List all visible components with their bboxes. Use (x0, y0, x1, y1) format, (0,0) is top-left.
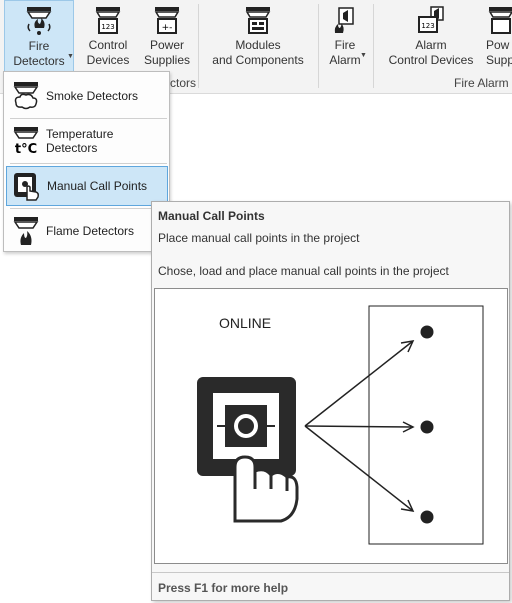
tooltip-help-hint: Press F1 for more help (158, 581, 289, 595)
svg-text:+-: +- (162, 23, 173, 33)
connection-arrows (304, 340, 415, 512)
chevron-down-icon: ▼ (360, 52, 367, 59)
svg-text:123: 123 (101, 23, 114, 31)
menu-item-flame-detectors[interactable]: Flame Detectors (6, 211, 168, 251)
modules-and-components-button[interactable]: Modules and Components (212, 0, 304, 72)
ribbon-separator (318, 4, 319, 88)
menu-item-temperature-detectors[interactable]: t°C Temperature Detectors (6, 121, 168, 161)
menu-separator (10, 163, 167, 164)
modules-and-components-label: Modules and Components (212, 38, 304, 67)
tooltip-manual-call-points: Manual Call Points Place manual call poi… (151, 201, 510, 601)
network-node (420, 510, 434, 524)
power-supplies-label-2: Pow Supp (486, 38, 512, 67)
network-node (420, 325, 434, 339)
menu-item-manual-call-points[interactable]: Manual Call Points (6, 166, 168, 206)
control-device-icon: 123 (93, 5, 123, 35)
power-supplies-button-2[interactable]: Pow Supp (486, 0, 512, 72)
svg-text:t°C: t°C (15, 142, 37, 156)
tooltip-detail: Chose, load and place manual call points… (158, 264, 449, 278)
manual-call-point-icon (12, 171, 42, 201)
menu-item-label: Smoke Detectors (46, 89, 139, 103)
menu-separator (10, 118, 167, 119)
group-label-detectors: ctors (170, 76, 197, 90)
alarm-control-devices-label: Alarm Control Devices (388, 38, 474, 67)
chevron-down-icon: ▼ (67, 53, 74, 60)
menu-separator (10, 208, 167, 209)
online-label: ONLINE (219, 315, 271, 331)
fire-alarm-button[interactable]: Fire Alarm ▼ (322, 0, 368, 72)
ribbon-separator (198, 4, 199, 88)
temperature-detector-icon: t°C (11, 126, 41, 156)
power-supply-icon (486, 5, 512, 35)
smoke-detector-icon (11, 81, 41, 111)
module-icon (243, 5, 273, 35)
menu-item-smoke-detectors[interactable]: Smoke Detectors (6, 76, 168, 116)
power-supply-icon: +- (152, 5, 182, 35)
alarm-control-icon: 123 (416, 5, 446, 35)
tooltip-separator (152, 572, 509, 573)
tooltip-description: Place manual call points in the project (158, 231, 360, 245)
fire-detectors-label: Fire Detectors (13, 39, 65, 68)
ribbon-separator (373, 4, 374, 88)
fire-alarm-label: Fire Alarm (329, 38, 361, 67)
control-devices-label: Control Devices (86, 38, 130, 67)
flame-detector-icon (11, 216, 41, 246)
fire-detector-icon (24, 6, 54, 36)
fire-detectors-dropdown: Smoke Detectors t°C Temperature Detector… (3, 71, 170, 252)
control-devices-button[interactable]: 123 Control Devices (83, 0, 133, 72)
menu-item-label: Manual Call Points (47, 179, 148, 193)
svg-text:123: 123 (421, 22, 434, 30)
fire-detectors-button[interactable]: Fire Detectors ▼ (4, 0, 74, 72)
network-node (420, 420, 434, 434)
power-supplies-label: Power Supplies (143, 38, 191, 67)
power-supplies-button[interactable]: +- Power Supplies (142, 0, 192, 72)
group-label-fire-alarm: Fire Alarm (454, 76, 509, 90)
tooltip-title: Manual Call Points (158, 209, 265, 223)
menu-item-label: Temperature Detectors (46, 127, 114, 155)
fire-alarm-icon (330, 5, 360, 35)
menu-item-label: Flame Detectors (46, 224, 135, 238)
tooltip-illustration: ONLINE (154, 288, 508, 564)
alarm-control-devices-button[interactable]: 123 Alarm Control Devices (385, 0, 477, 72)
